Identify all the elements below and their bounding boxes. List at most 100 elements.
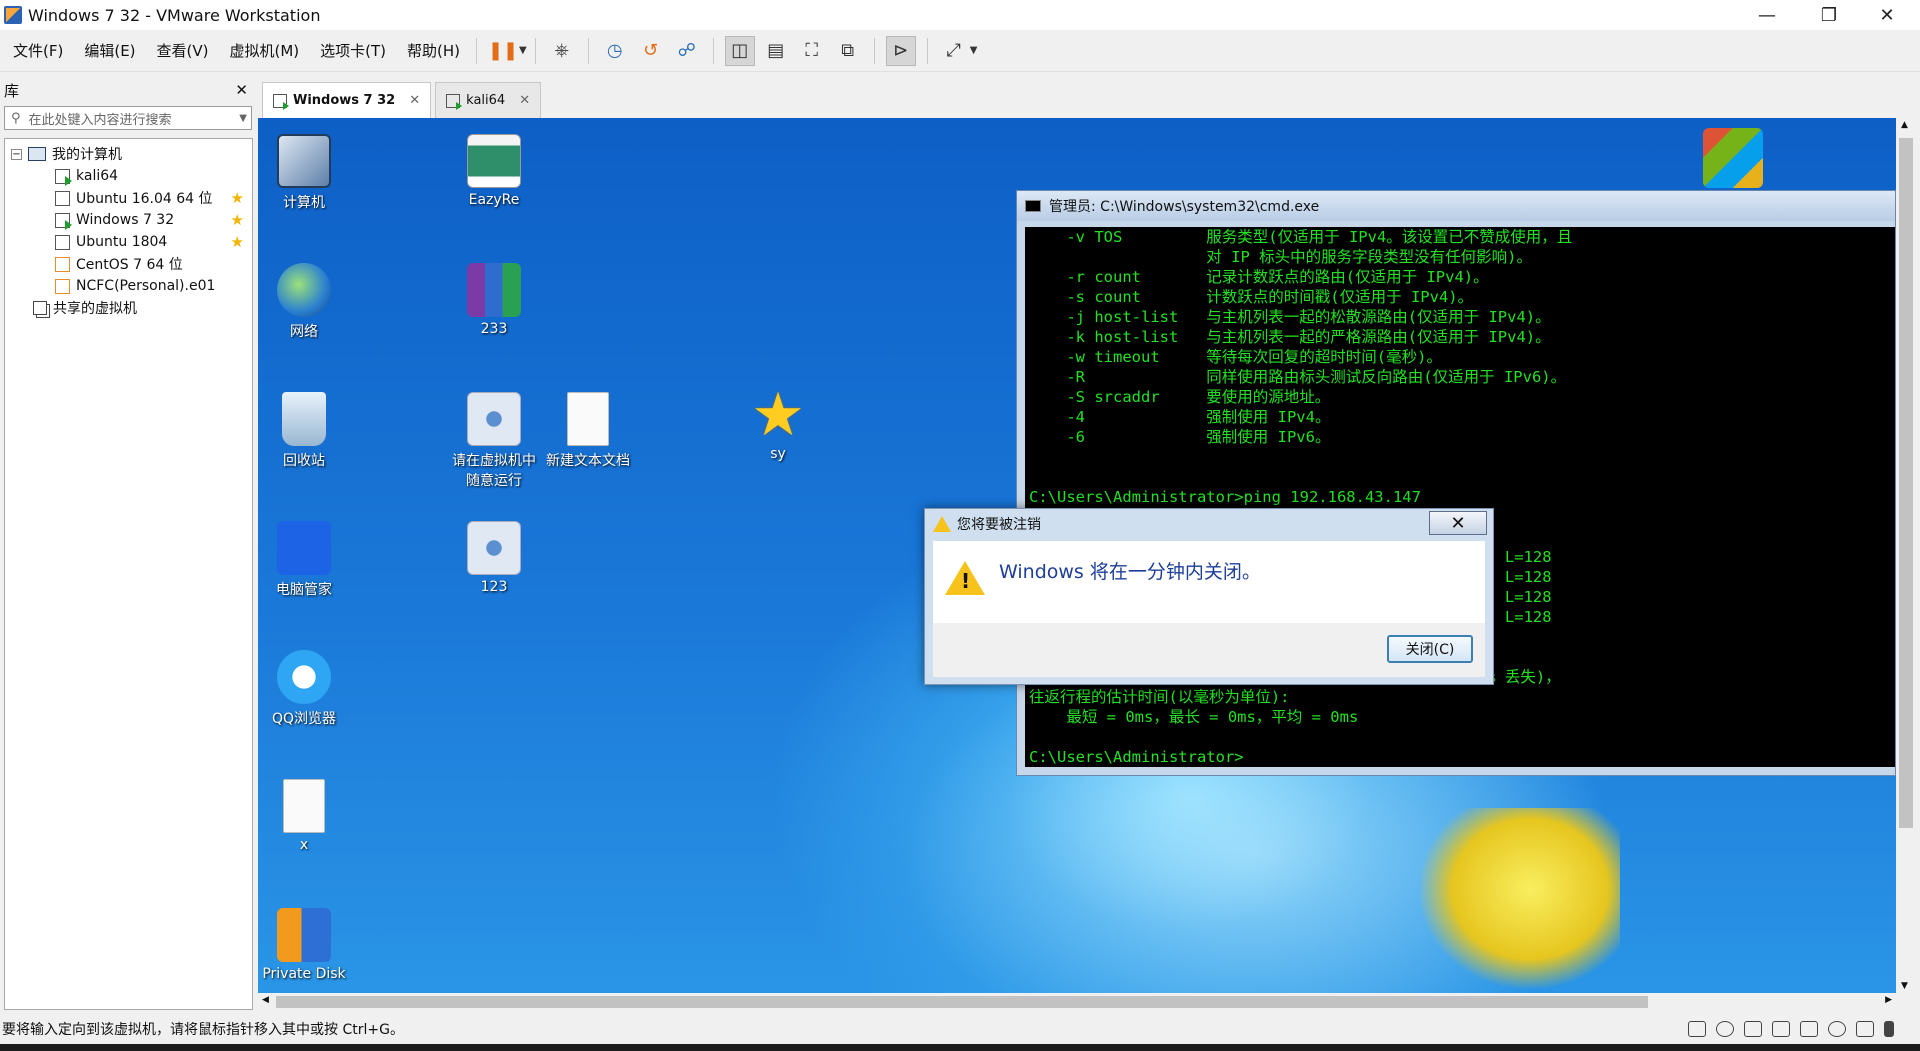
- desktop-icon-label: Private Disk: [262, 966, 346, 982]
- vertical-scrollbar[interactable]: ▲ ▼: [1896, 118, 1916, 993]
- maximize-button[interactable]: ❐: [1800, 0, 1858, 30]
- desktop-icon-qq-browser[interactable]: QQ浏览器: [258, 650, 350, 728]
- desktop-icon-123[interactable]: 123: [448, 521, 540, 595]
- unity-icon[interactable]: ⧉: [833, 36, 863, 66]
- tree-vm-ncfc[interactable]: NCFC(Personal).e01: [5, 275, 252, 297]
- close-window-button[interactable]: ✕: [1858, 0, 1916, 30]
- library-panel: 库 ✕ ⚲ 在此处键入内容进行搜索 ▼ − 我的计算机 kali64 Ubunt…: [0, 76, 256, 1014]
- vm-running-icon: [55, 212, 72, 230]
- menu-file[interactable]: 文件(F): [5, 40, 71, 61]
- favorite-star-icon[interactable]: ★: [231, 233, 244, 251]
- favorite-star-icon[interactable]: ★: [231, 211, 244, 229]
- send-ctrl-alt-del-icon[interactable]: ⎈: [547, 36, 577, 66]
- tree-vm-ubuntu1804[interactable]: Ubuntu 1804 ★: [5, 231, 252, 253]
- desktop-icon-run-in-vm[interactable]: 请在虚拟机中随意运行: [448, 392, 540, 490]
- desktop-icon-label: EazyRe: [468, 192, 520, 208]
- console-line: 对 IP 标头中的服务字段类型没有任何影响)。: [1029, 248, 1532, 266]
- cmd-title: 管理员: C:\Windows\system32\cmd.exe: [1049, 199, 1320, 215]
- camera-icon[interactable]: [1828, 1021, 1846, 1037]
- menu-bar: 文件(F) 编辑(E) 查看(V) 虚拟机(M) 选项卡(T) 帮助(H) ❚❚…: [0, 30, 1920, 72]
- thumbnail-bar-icon[interactable]: ▤: [761, 36, 791, 66]
- cmd-window[interactable]: 管理员: C:\Windows\system32\cmd.exe -v TOS …: [1016, 190, 1896, 776]
- close-tab-icon[interactable]: ✕: [409, 93, 420, 108]
- host-taskbar-strip: [0, 1044, 1920, 1051]
- horizontal-scrollbar[interactable]: ◀ ▶: [258, 993, 1896, 1011]
- tree-shared-vms[interactable]: 共享的虚拟机: [5, 297, 252, 319]
- snapshot-icon[interactable]: ◷: [600, 36, 630, 66]
- cmd-icon: [1025, 200, 1041, 212]
- tree-vm-kali64[interactable]: kali64: [5, 165, 252, 187]
- pause-icon[interactable]: ❚❚: [488, 36, 518, 66]
- scrollbar-thumb[interactable]: [276, 996, 1648, 1008]
- cmd-console[interactable]: -v TOS 服务类型(仅适用于 IPv4。该设置已不赞成使用，且 对 IP 标…: [1025, 227, 1895, 767]
- desktop-icon-new-text-doc[interactable]: 新建文本文档: [542, 392, 634, 470]
- dialog-close-button[interactable]: ✕: [1429, 511, 1487, 535]
- sound-icon[interactable]: [1800, 1021, 1818, 1037]
- full-screen-icon[interactable]: ⛶: [797, 36, 827, 66]
- scroll-up-icon[interactable]: ▲: [1901, 120, 1908, 130]
- cmd-title-bar[interactable]: 管理员: C:\Windows\system32\cmd.exe: [1017, 191, 1895, 221]
- menu-vm[interactable]: 虚拟机(M): [222, 40, 308, 61]
- collapse-icon[interactable]: −: [11, 148, 22, 160]
- tab-windows7[interactable]: Windows 7 32 ✕: [262, 82, 432, 118]
- desktop-icon-recycle-bin[interactable]: 回收站: [258, 392, 350, 470]
- stretch-dropdown-icon[interactable]: ▼: [970, 45, 978, 56]
- hard-disk-icon[interactable]: [1688, 1021, 1706, 1037]
- desktop-icon-label: 计算机: [283, 195, 325, 211]
- scroll-right-icon[interactable]: ▶: [1885, 995, 1892, 1005]
- tree-root-my-computer[interactable]: − 我的计算机: [5, 143, 252, 165]
- close-tab-icon[interactable]: ✕: [519, 93, 530, 108]
- menu-help[interactable]: 帮助(H): [399, 40, 468, 61]
- display-icon[interactable]: [1856, 1021, 1874, 1037]
- archive-icon: [467, 263, 521, 317]
- menu-view[interactable]: 查看(V): [149, 40, 217, 61]
- desktop-icon-eazyre[interactable]: EazyRe: [448, 134, 540, 208]
- network-adapter-icon[interactable]: [1744, 1021, 1762, 1037]
- pause-dropdown-icon[interactable]: ▼: [519, 45, 527, 56]
- message-log-icon[interactable]: [1884, 1021, 1894, 1037]
- desktop-icon-233[interactable]: 233: [448, 263, 540, 337]
- cd-dvd-icon[interactable]: [1716, 1021, 1734, 1037]
- toolbar-separator: [476, 37, 478, 64]
- vm-icon: [55, 190, 70, 206]
- desktop-icon-private-disk[interactable]: Private Disk: [258, 908, 350, 982]
- console-line: C:\Users\Administrator>: [1029, 748, 1244, 766]
- scroll-left-icon[interactable]: ◀: [262, 995, 269, 1005]
- status-bar: 要将输入定向到该虚拟机，请将鼠标指针移入其中或按 Ctrl+G。: [0, 1014, 1920, 1044]
- stretch-guest-icon[interactable]: ⤢: [939, 36, 969, 66]
- revert-snapshot-icon[interactable]: ↺: [636, 36, 666, 66]
- tab-label: kali64: [466, 93, 506, 108]
- tree-vm-label: CentOS 7 64 位: [76, 257, 183, 273]
- console-view-icon[interactable]: ⊳: [885, 35, 916, 66]
- scroll-down-icon[interactable]: ▼: [1901, 981, 1908, 991]
- tree-vm-centos7[interactable]: CentOS 7 64 位: [5, 253, 252, 275]
- document-icon: [567, 392, 609, 446]
- menu-tabs[interactable]: 选项卡(T): [312, 40, 394, 61]
- vm-icon: [55, 278, 70, 294]
- desktop-icon-network[interactable]: 网络: [258, 263, 350, 341]
- usb-icon[interactable]: [1772, 1021, 1790, 1037]
- dialog-title-bar[interactable]: 您将要被注销: [925, 509, 1493, 539]
- desktop-icon-sy[interactable]: ★ sy: [732, 385, 824, 462]
- logoff-dialog[interactable]: 您将要被注销 ✕ Windows 将在一分钟内关闭。 关闭(C): [924, 508, 1494, 685]
- desktop-icon-computer[interactable]: 计算机: [258, 134, 350, 212]
- network-icon: [277, 263, 331, 317]
- close-button[interactable]: 关闭(C): [1387, 635, 1473, 663]
- minimize-button[interactable]: —: [1738, 0, 1796, 30]
- favorite-star-icon[interactable]: ★: [231, 189, 244, 207]
- snapshot-manager-icon[interactable]: ☍: [672, 36, 702, 66]
- library-search-input[interactable]: ⚲ 在此处键入内容进行搜索 ▼: [4, 106, 252, 130]
- scrollbar-thumb[interactable]: [1899, 138, 1913, 828]
- tab-kali64[interactable]: kali64 ✕: [435, 82, 542, 118]
- desktop-icon-label: x: [299, 837, 309, 853]
- desktop-icon-x[interactable]: x: [258, 779, 350, 853]
- menu-edit[interactable]: 编辑(E): [76, 40, 143, 61]
- close-library-icon[interactable]: ✕: [235, 81, 248, 99]
- shield-icon: [277, 521, 331, 575]
- show-library-icon[interactable]: ◫: [724, 35, 755, 66]
- desktop-icon-pc-manager[interactable]: 电脑管家: [258, 521, 350, 599]
- tree-vm-windows7[interactable]: Windows 7 32 ★: [5, 209, 252, 231]
- window-title: Windows 7 32 - VMware Workstation: [28, 5, 321, 25]
- search-dropdown-icon[interactable]: ▼: [239, 113, 251, 124]
- tree-vm-ubuntu1604[interactable]: Ubuntu 16.04 64 位 ★: [5, 187, 252, 209]
